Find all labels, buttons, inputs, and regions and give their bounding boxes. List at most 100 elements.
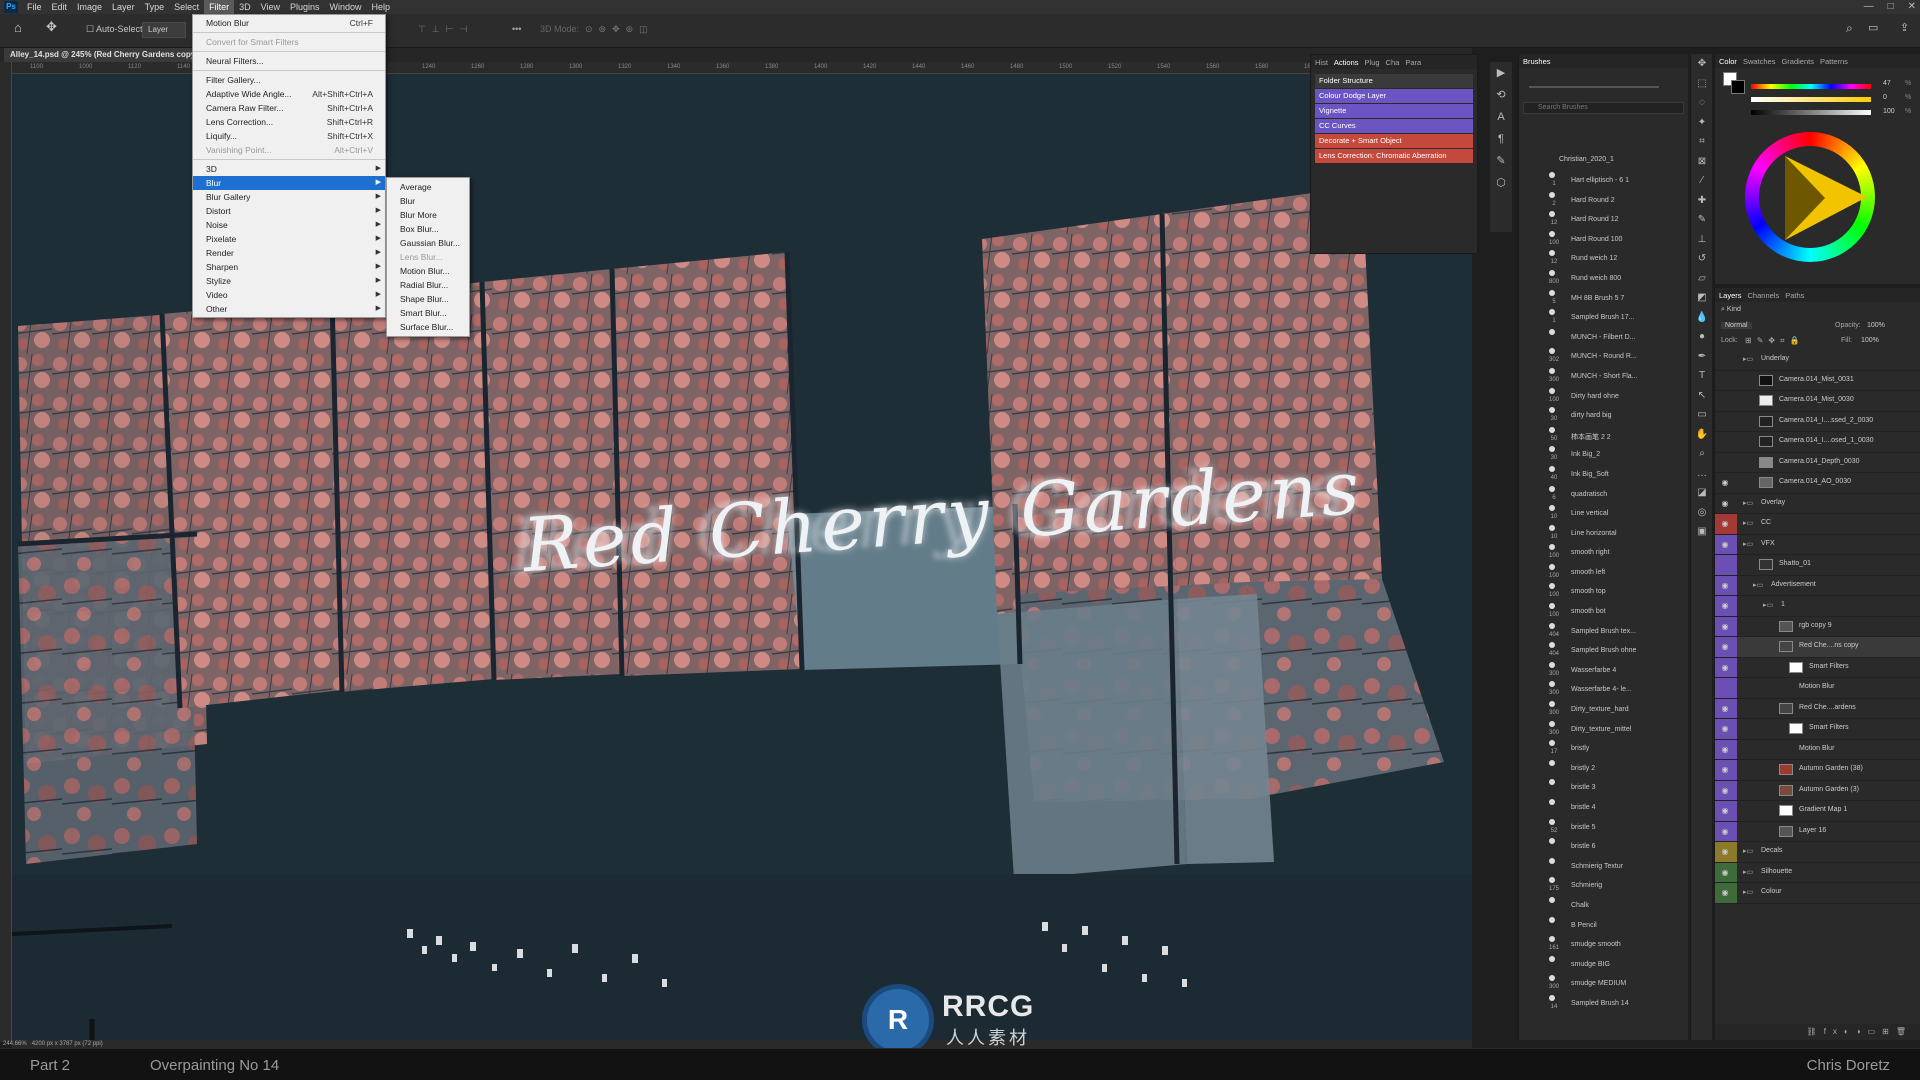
path-select-tool[interactable]: ↖ — [1691, 386, 1713, 406]
brush-preset[interactable]: 1 Sampled Brush 17... — [1519, 309, 1689, 329]
filter-menu-item[interactable]: Liquify... Shift+Ctrl+X — [193, 129, 385, 143]
text-icon[interactable]: A — [1490, 106, 1512, 128]
saturation-slider[interactable] — [1751, 97, 1871, 102]
action-button[interactable]: Colour Dodge Layer — [1315, 89, 1473, 103]
3d-icon[interactable]: ⬡ — [1490, 172, 1512, 194]
folder-icon[interactable]: ▸▭ — [1753, 581, 1763, 589]
layer-actions-bar[interactable]: ⛓fx◐◑▭⊞🗑 — [1715, 1024, 1920, 1040]
stamp-tool[interactable]: ⊥ — [1691, 230, 1713, 250]
brushes-panel-title[interactable]: Brushes — [1523, 57, 1551, 66]
menu-file[interactable]: File — [22, 0, 47, 14]
visibility-eye-icon[interactable]: ◉ — [1719, 642, 1731, 651]
brush-search-input[interactable]: Search Brushes — [1523, 102, 1684, 114]
brush-preset[interactable]: bristle 3 — [1519, 779, 1689, 799]
menu-image[interactable]: Image — [72, 0, 107, 14]
menu-window[interactable]: Window — [325, 0, 367, 14]
layer-row[interactable]: ◉ Layer 16 — [1715, 821, 1920, 842]
visibility-eye-icon[interactable]: ◉ — [1719, 745, 1731, 754]
layer-row[interactable]: ◉ ▸▭ 1 — [1715, 596, 1920, 617]
visibility-eye-icon[interactable]: ◉ — [1719, 601, 1731, 610]
action-button[interactable]: Folder Structure — [1315, 74, 1473, 88]
action-button[interactable]: Lens Correction: Chromatic Aberration — [1315, 149, 1473, 163]
brush-preset[interactable]: 100 smooth top — [1519, 583, 1689, 603]
frame-tool[interactable]: ⊠ — [1691, 152, 1713, 172]
layers-tab[interactable]: Channels — [1748, 291, 1780, 300]
brush-preset[interactable]: 300 Dirty_texture_mittel — [1519, 720, 1689, 741]
move-tool[interactable]: ✥ — [1691, 54, 1713, 74]
bucket-tool[interactable]: ◩ — [1691, 288, 1713, 308]
folder-icon[interactable]: ▸▭ — [1743, 540, 1753, 548]
brush-size-slider[interactable] — [1529, 86, 1659, 88]
lasso-tool[interactable]: ◌ — [1691, 93, 1713, 113]
visibility-eye-icon[interactable]: ◉ — [1719, 704, 1731, 713]
brush-preset[interactable]: 40 Ink Big_Soft — [1519, 465, 1689, 486]
folder-icon[interactable]: ▸▭ — [1743, 847, 1753, 855]
blur-submenu-item[interactable]: Blur — [387, 194, 469, 208]
action-button[interactable]: Vignette — [1315, 104, 1473, 118]
menu-view[interactable]: View — [256, 0, 285, 14]
search-icon[interactable]: ⌕ — [1846, 21, 1853, 36]
actions-tab[interactable]: Actions — [1334, 58, 1359, 67]
visibility-eye-icon[interactable]: ◉ — [1719, 786, 1731, 795]
brush-preset[interactable]: 1 Hart elliptisch - 6 1 — [1519, 172, 1689, 192]
layer-row[interactable]: ◉ Smart Filters — [1715, 657, 1920, 678]
brush-preset[interactable]: MUNCH - Filbert D... — [1519, 328, 1689, 349]
brush-preset[interactable]: 100 Hard Round 100 — [1519, 230, 1689, 251]
home-icon[interactable]: ⌂ — [14, 20, 22, 35]
auto-select-checkbox[interactable]: ☐ — [86, 24, 94, 35]
layer-row[interactable]: ▸▭ Underlay — [1715, 350, 1920, 371]
pen-tool[interactable]: ✒ — [1691, 347, 1713, 367]
brush-preset[interactable]: 300 Wasserfarbe 4 — [1519, 661, 1689, 682]
magic-wand-tool[interactable]: ✦ — [1691, 113, 1713, 133]
filter-menu-item[interactable]: Camera Raw Filter... Shift+Ctrl+A — [193, 101, 385, 115]
brush-preset[interactable]: 302 MUNCH - Round R... — [1519, 348, 1689, 368]
layer-row[interactable]: Camera.014_Depth_0030 — [1715, 453, 1920, 473]
zoom-tool[interactable]: ⌕ — [1691, 444, 1713, 464]
play-icon[interactable]: ▶ — [1490, 62, 1512, 84]
layer-row[interactable]: Motion Blur — [1715, 678, 1920, 699]
layer-row[interactable]: ◉ Camera.014_AO_0030 — [1715, 473, 1920, 494]
maximize-button[interactable]: □ — [1888, 0, 1894, 14]
h-value[interactable]: 47 — [1883, 80, 1891, 87]
eraser-tool[interactable]: ▱ — [1691, 269, 1713, 289]
brush-preset[interactable]: 404 Sampled Brush tex... — [1519, 622, 1689, 643]
share-icon[interactable]: ⇪ — [1900, 21, 1909, 34]
brush-preset[interactable]: 12 Hard Round 12 — [1519, 211, 1689, 231]
color-tab[interactable]: Swatches — [1743, 57, 1776, 66]
filter-menu-item[interactable]: Stylize ▶ — [193, 274, 385, 288]
background-swatch[interactable] — [1731, 80, 1745, 94]
blur-submenu-item[interactable]: Gaussian Blur... — [387, 236, 469, 250]
brush-preset[interactable]: 100 smooth bot — [1519, 603, 1689, 623]
brush-group[interactable]: Christian_2020_1 — [1519, 156, 1688, 170]
lock-icons[interactable]: ⊞✎✥⌗🔒 — [1745, 336, 1805, 346]
layer-row[interactable]: ◉ rgb copy 9 — [1715, 616, 1920, 637]
brush-preset[interactable]: 161 smudge smooth — [1519, 936, 1689, 956]
minimize-button[interactable]: — — [1864, 0, 1874, 14]
folder-icon[interactable]: ▸▭ — [1743, 888, 1753, 896]
more-tools-icon[interactable]: … — [1691, 464, 1713, 484]
brush-preset[interactable]: 175 Schmierig — [1519, 877, 1689, 897]
brightness-slider[interactable] — [1751, 110, 1871, 115]
brush-preset[interactable]: Schmierig Textur — [1519, 857, 1689, 878]
actions-tab[interactable]: Plug — [1365, 58, 1380, 67]
layer-row[interactable]: ◉ ▸▭ Colour — [1715, 883, 1920, 904]
layer-row[interactable]: ◉ Autumn Garden (3) — [1715, 780, 1920, 801]
visibility-eye-icon[interactable]: ◉ — [1719, 581, 1731, 590]
layer-row[interactable]: ◉ ▸▭ Advertisement — [1715, 575, 1920, 596]
brush-preset[interactable]: 10 Line horizontal — [1519, 524, 1689, 545]
layer-row[interactable]: ◉ Gradient Map 1 — [1715, 801, 1920, 822]
layer-row[interactable]: ◉ ▸▭ Decals — [1715, 842, 1920, 863]
brush-preset[interactable]: 30 Ink Big_2 — [1519, 446, 1689, 466]
brush-preset[interactable]: 52 bristle 5 — [1519, 818, 1689, 839]
filter-menu-item[interactable]: Distort ▶ — [193, 204, 385, 218]
visibility-eye-icon[interactable]: ◉ — [1719, 540, 1731, 549]
layer-row[interactable]: ◉ ▸▭ Overlay — [1715, 494, 1920, 514]
layer-row[interactable]: ◉ ▸▭ CC — [1715, 514, 1920, 535]
type-tool[interactable]: T — [1691, 366, 1713, 386]
brush-preset[interactable]: 100 Dirty hard ohne — [1519, 387, 1689, 408]
blend-mode-dropdown[interactable]: Normal — [1721, 322, 1752, 329]
actions-tab[interactable]: Para — [1405, 58, 1421, 67]
blur-tool[interactable]: 💧 — [1691, 308, 1713, 328]
layer-row[interactable]: Camera.014_I....ssed_2_0030 — [1715, 412, 1920, 432]
brush-preset[interactable]: 100 smooth left — [1519, 563, 1689, 584]
